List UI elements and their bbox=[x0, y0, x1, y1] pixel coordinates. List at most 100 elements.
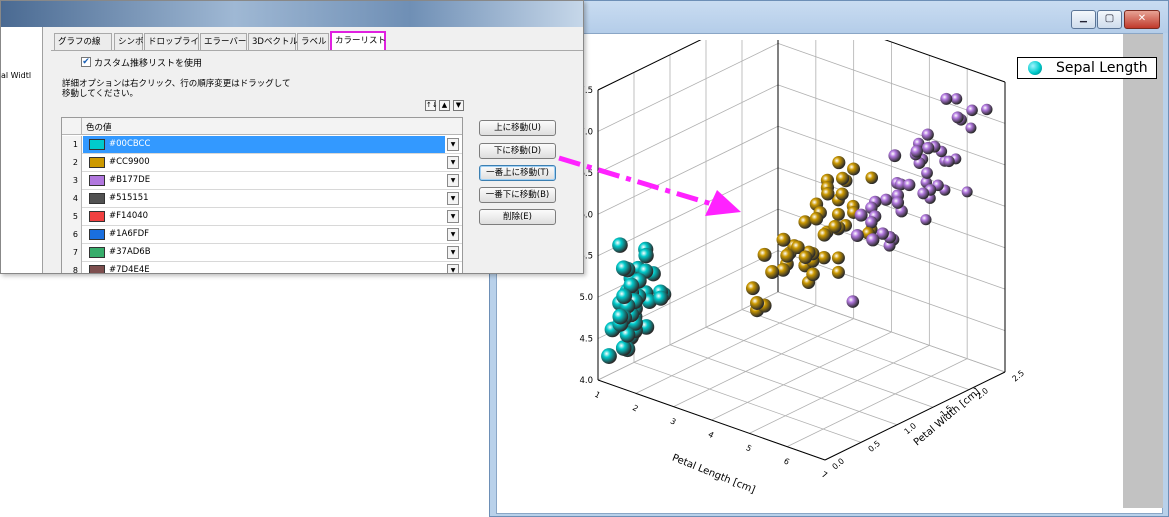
delete-button[interactable]: 削除(E) bbox=[479, 209, 556, 225]
color-dropdown-button[interactable]: ▼ bbox=[447, 138, 459, 151]
color-row[interactable]: 5 #F14040 ▼ bbox=[62, 208, 462, 226]
color-hex: #515151 bbox=[109, 193, 149, 203]
graph-right-panel[interactable] bbox=[1123, 34, 1163, 508]
row-number: 5 bbox=[62, 208, 82, 226]
x-axis-line bbox=[597, 379, 826, 461]
data-point-sphere bbox=[880, 193, 893, 206]
x-tick-label: 2 bbox=[631, 403, 640, 413]
data-point-sphere bbox=[806, 267, 820, 282]
color-dropdown-button[interactable]: ▼ bbox=[447, 264, 459, 273]
move-up-button[interactable]: 上に移動(U) bbox=[479, 120, 556, 136]
tab-1[interactable]: グラフの線 bbox=[54, 33, 112, 51]
data-point-sphere bbox=[966, 104, 978, 117]
color-row[interactable]: 6 #1A6FDF ▼ bbox=[62, 226, 462, 244]
color-dropdown-button[interactable]: ▼ bbox=[447, 246, 459, 259]
color-row[interactable]: 1 #00CBCC ▼ bbox=[62, 136, 462, 154]
y-tick-label: 0.5 bbox=[867, 439, 883, 454]
color-value-cell[interactable]: #CC9900 bbox=[83, 154, 445, 171]
arrow-shaft bbox=[558, 155, 716, 208]
color-row[interactable]: 3 #B177DE ▼ bbox=[62, 172, 462, 190]
color-list-grid[interactable]: 色の値 1 #00CBCC ▼ 2 #CC9900 ▼ 3 #B177DE ▼ 4 #515151 ▼… bbox=[61, 117, 463, 274]
tab-7[interactable]: カラーリスト bbox=[330, 31, 386, 51]
z-tick-label: 4.0 bbox=[579, 376, 593, 386]
color-hex: #CC9900 bbox=[109, 157, 150, 167]
floor-gridline bbox=[786, 358, 968, 448]
color-hex: #7D4E4E bbox=[109, 265, 150, 274]
data-point-sphere bbox=[780, 248, 795, 263]
data-point-sphere bbox=[835, 187, 849, 201]
color-hex: #37AD6B bbox=[109, 247, 151, 257]
side-gridline bbox=[597, 43, 779, 132]
move-to-bottom-button[interactable]: 一番下に移動(B) bbox=[479, 187, 556, 203]
color-dropdown-button[interactable]: ▼ bbox=[447, 156, 459, 169]
color-value-cell[interactable]: #F14040 bbox=[83, 208, 445, 225]
data-point-sphere bbox=[612, 237, 628, 253]
color-row[interactable]: 4 #515151 ▼ bbox=[62, 190, 462, 208]
dialog-header-strip bbox=[1, 1, 583, 27]
data-point-sphere bbox=[817, 228, 832, 242]
color-swatch bbox=[89, 193, 105, 204]
data-point-sphere bbox=[854, 208, 868, 222]
tab-6[interactable]: ラベル bbox=[297, 33, 329, 51]
data-point-sphere bbox=[831, 265, 845, 279]
y-axis-line bbox=[824, 371, 1006, 461]
row-number: 8 bbox=[62, 262, 82, 273]
plot-tree-panel[interactable]: al Widtl bbox=[1, 27, 43, 273]
x-tick-label: 3 bbox=[669, 416, 678, 426]
y-tick-label: 0.0 bbox=[831, 456, 847, 471]
color-swatch bbox=[89, 211, 105, 222]
data-point-sphere bbox=[776, 232, 791, 247]
data-point-sphere bbox=[950, 93, 963, 105]
data-point-sphere bbox=[757, 247, 772, 262]
data-point-sphere bbox=[601, 348, 617, 364]
color-swatch bbox=[89, 139, 105, 150]
color-value-cell[interactable]: #37AD6B bbox=[83, 244, 445, 261]
data-point-sphere bbox=[940, 92, 953, 105]
tab-5[interactable]: 3Dベクトル bbox=[248, 33, 298, 51]
color-row[interactable]: 7 #37AD6B ▼ bbox=[62, 244, 462, 262]
chart-legend[interactable]: Sepal Length bbox=[1017, 57, 1157, 79]
data-point-sphere bbox=[865, 171, 879, 185]
data-point-sphere bbox=[612, 308, 629, 325]
color-row[interactable]: 8 #7D4E4E ▼ bbox=[62, 262, 462, 274]
color-value-cell[interactable]: #1A6FDF bbox=[83, 226, 445, 243]
tab-2[interactable]: シンボル bbox=[114, 33, 152, 51]
move-down-button[interactable]: 下に移動(D) bbox=[479, 143, 556, 159]
tab-3[interactable]: ドロップライン bbox=[144, 33, 208, 51]
scatter-3d-chart[interactable]: 12345670.00.51.01.52.02.54.04.55.05.56.0… bbox=[496, 40, 1124, 514]
color-swatch bbox=[89, 157, 105, 168]
x-tick-label: 5 bbox=[744, 443, 753, 453]
data-point-sphere bbox=[798, 250, 813, 264]
scroll-down-button[interactable]: ▼ bbox=[453, 100, 464, 111]
scroll-up-button[interactable]: ▲ bbox=[439, 100, 450, 111]
minimize-button[interactable]: ▁ bbox=[1071, 10, 1096, 29]
sort-order-button[interactable]: ↑↓ bbox=[425, 100, 438, 111]
data-point-sphere bbox=[921, 141, 935, 155]
color-row[interactable]: 2 #CC9900 ▼ bbox=[62, 154, 462, 172]
color-dropdown-button[interactable]: ▼ bbox=[447, 192, 459, 205]
custom-increment-checkbox[interactable]: ✔ bbox=[81, 57, 91, 67]
color-value-cell[interactable]: #7D4E4E bbox=[83, 262, 445, 274]
grid-header-label: 色の値 bbox=[86, 123, 112, 133]
tree-item[interactable]: al Widtl bbox=[1, 71, 31, 80]
tab-4[interactable]: エラーバー bbox=[200, 33, 247, 51]
color-dropdown-button[interactable]: ▼ bbox=[447, 210, 459, 223]
floor-gridline bbox=[711, 331, 892, 421]
data-point-sphere bbox=[831, 207, 845, 221]
color-swatch bbox=[89, 229, 105, 240]
color-value-cell[interactable]: #B177DE bbox=[83, 172, 445, 189]
close-button[interactable]: ✕ bbox=[1124, 10, 1160, 29]
data-point-sphere bbox=[616, 288, 633, 305]
floor-gridline bbox=[749, 344, 930, 434]
color-dropdown-button[interactable]: ▼ bbox=[447, 228, 459, 241]
data-point-sphere bbox=[638, 247, 654, 264]
row-number: 3 bbox=[62, 172, 82, 190]
graph-window-titlebar[interactable]: ▁ ▢ ✕ bbox=[490, 1, 1168, 33]
move-to-top-button[interactable]: 一番上に移動(T) bbox=[479, 165, 556, 181]
data-point-sphere bbox=[615, 260, 632, 277]
color-dropdown-button[interactable]: ▼ bbox=[447, 174, 459, 187]
color-value-cell[interactable]: #515151 bbox=[83, 190, 445, 207]
floor-gridline bbox=[669, 344, 898, 426]
color-value-cell[interactable]: #00CBCC bbox=[83, 136, 445, 153]
maximize-button[interactable]: ▢ bbox=[1097, 10, 1122, 29]
